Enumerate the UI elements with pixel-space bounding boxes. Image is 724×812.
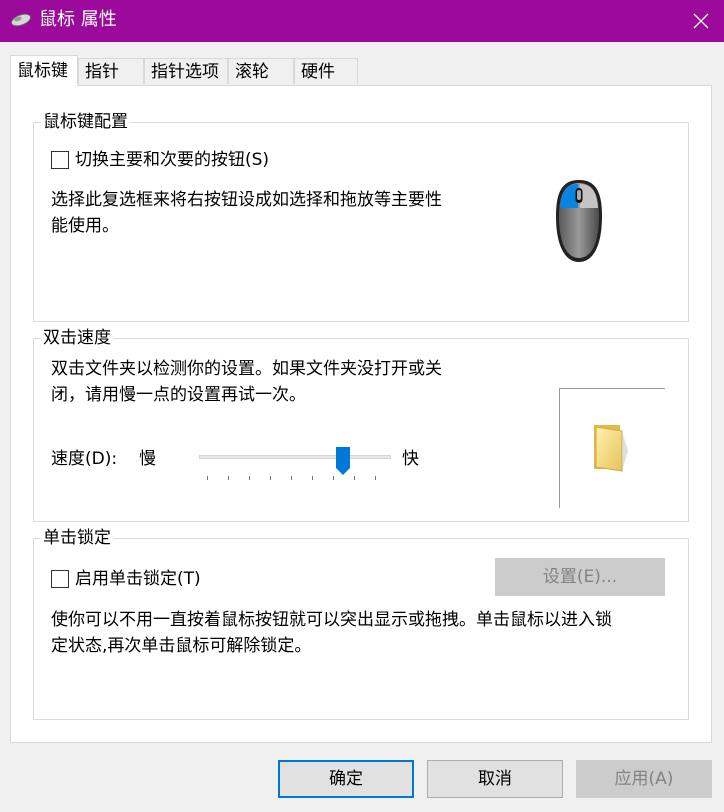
speed-label: 速度(D):: [51, 449, 118, 469]
switch-buttons-label[interactable]: 切换主要和次要的按钮(S): [75, 147, 269, 173]
button-config-description: 选择此复选框来将右按钮设成如选择和拖放等主要性 能使用。: [51, 190, 442, 236]
click-lock-checkbox[interactable]: [51, 570, 69, 588]
tab-label: 指针选项: [151, 62, 219, 82]
slider-tick: [249, 476, 250, 480]
tab-wheel[interactable]: 滚轮: [228, 58, 294, 84]
cancel-button[interactable]: 取消: [427, 760, 563, 798]
speed-slider-thumb[interactable]: [335, 446, 351, 476]
title-bar: 鼠标 属性: [0, 0, 724, 42]
fast-label: 快: [402, 449, 419, 469]
tab-hardware[interactable]: 硬件: [294, 58, 358, 84]
mouse-illustration-icon: [556, 180, 602, 262]
ok-button[interactable]: 确定: [278, 760, 414, 798]
click-lock-description: 使你可以不用一直按着鼠标按钮就可以突出显示或拖拽。单击鼠标以进入锁 定状态,再次…: [51, 610, 612, 656]
close-button[interactable]: [678, 0, 724, 42]
slider-tick: [375, 476, 376, 480]
speed-slider-track[interactable]: [199, 455, 391, 459]
group-title: 单击锁定: [41, 526, 113, 550]
apply-button[interactable]: 应用(A): [576, 760, 712, 798]
tab-label: 硬件: [301, 62, 335, 82]
window-title: 鼠标 属性: [39, 9, 117, 30]
tab-pointers[interactable]: 指针: [78, 58, 144, 84]
mouse-icon: [10, 13, 32, 27]
tab-pointer-options[interactable]: 指针选项: [144, 58, 228, 84]
slow-label: 慢: [139, 449, 156, 469]
slider-tick: [312, 476, 313, 480]
tab-label: 滚轮: [235, 62, 269, 82]
slider-tick: [333, 476, 334, 480]
double-click-description: 双击文件夹以检测你的设置。如果文件夹没打开或关 闭，请用慢一点的设置再试一次。: [51, 359, 442, 405]
tab-label: 指针: [85, 62, 119, 82]
click-lock-label[interactable]: 启用单击锁定(T): [75, 566, 201, 592]
slider-tick: [354, 476, 355, 480]
switch-buttons-checkbox[interactable]: [51, 151, 69, 169]
slider-tick: [291, 476, 292, 480]
tab-mouse-buttons[interactable]: 鼠标键: [10, 55, 78, 86]
slider-tick: [270, 476, 271, 480]
group-title: 鼠标键配置: [41, 110, 130, 134]
folder-icon[interactable]: [588, 423, 634, 473]
tab-panel: 鼠标键配置 切换主要和次要的按钮(S) 选择此复选框来将右按钮设成如选择和拖放等…: [10, 85, 712, 743]
tab-label: 鼠标键: [17, 61, 68, 81]
group-title: 双击速度: [41, 326, 113, 350]
click-lock-settings-button[interactable]: 设置(E)...: [495, 558, 665, 596]
slider-tick: [207, 476, 208, 480]
close-icon: [693, 13, 709, 29]
slider-tick: [228, 476, 229, 480]
double-click-test-area[interactable]: [559, 388, 665, 508]
